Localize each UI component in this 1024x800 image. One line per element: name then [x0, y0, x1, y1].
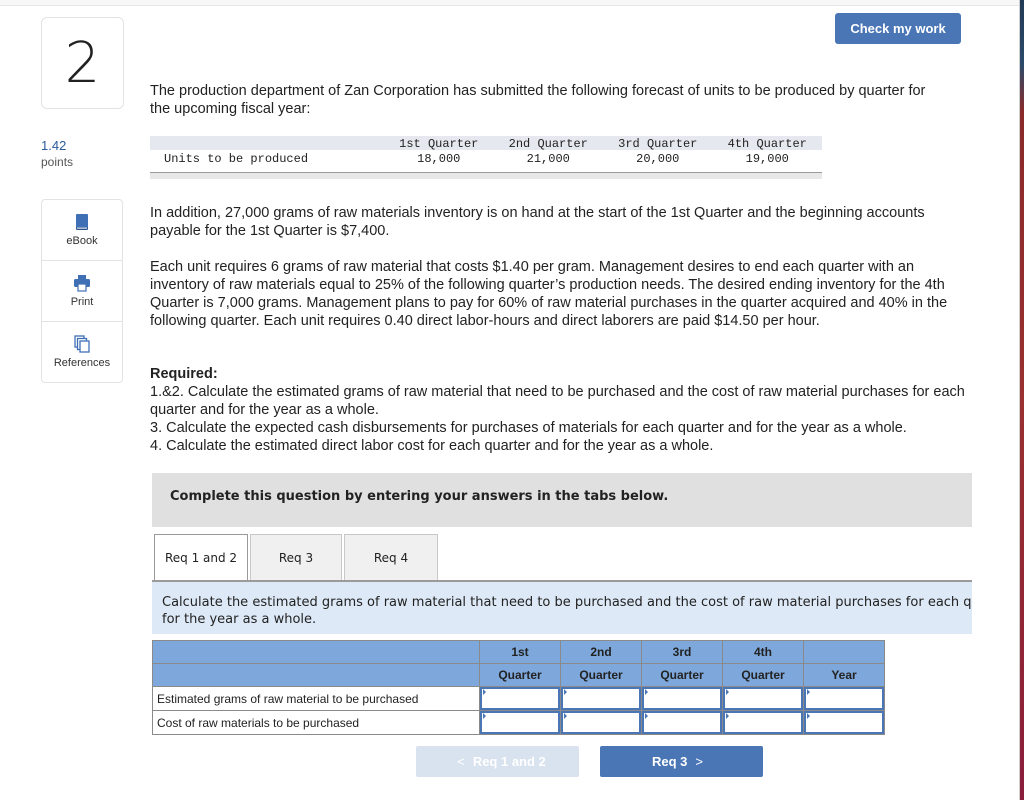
table-row: Estimated grams of raw material to be pu…	[152, 686, 885, 711]
tab-description-text: Calculate the estimated grams of raw mat…	[162, 595, 972, 627]
units-header-q4: 4th Quarter	[727, 136, 807, 151]
next-req-button[interactable]: Req 3 >	[600, 746, 763, 777]
required-section: Required: 1.&2. Calculate the estimated …	[150, 365, 975, 455]
units-row-label: Units to be produced	[164, 151, 309, 166]
prev-req-button: < Req 1 and 2	[416, 746, 579, 777]
grams-q3-input[interactable]	[644, 689, 720, 708]
question-number: 2	[41, 17, 124, 109]
units-value-q1: 18,000	[417, 151, 461, 166]
references-button[interactable]: References	[42, 322, 122, 382]
units-header-q2: 2nd Quarter	[508, 136, 588, 151]
next-req-label: Req 3	[652, 754, 688, 769]
tab-req-4[interactable]: Req 4	[344, 534, 438, 581]
answer-header-row-2: Quarter Quarter Quarter Quarter Year	[152, 663, 885, 687]
instruction-text: Complete this question by entering your …	[170, 489, 669, 504]
required-item-1-2: 1.&2. Calculate the estimated grams of r…	[150, 384, 965, 418]
chevron-left-icon: <	[457, 754, 465, 769]
header-quarter-2: Quarter	[560, 663, 642, 687]
required-title: Required:	[150, 366, 218, 382]
cost-year-input[interactable]	[806, 713, 882, 732]
units-header-q3: 3rd Quarter	[618, 136, 698, 151]
instruction-banner: Complete this question by entering your …	[152, 473, 972, 527]
header-4th: 4th	[722, 640, 804, 664]
units-value-q3: 20,000	[636, 151, 680, 166]
points-value: 1.42	[41, 138, 67, 153]
required-item-3: 3. Calculate the expected cash disbursem…	[150, 420, 907, 436]
details-paragraph: Each unit requires 6 grams of raw materi…	[150, 259, 948, 329]
grams-year-input[interactable]	[806, 689, 882, 708]
row-label-cost: Cost of raw materials to be purchased	[152, 710, 480, 735]
table-row: Cost of raw materials to be purchased	[152, 710, 885, 735]
header-quarter-3: Quarter	[641, 663, 723, 687]
references-label: References	[53, 357, 111, 369]
tab-description-panel: Calculate the estimated grams of raw mat…	[152, 582, 972, 634]
ebook-label: eBook	[66, 235, 98, 247]
grams-q4-input[interactable]	[725, 689, 801, 708]
inventory-paragraph: In addition, 27,000 grams of raw materia…	[150, 205, 925, 239]
cost-q3-input[interactable]	[644, 713, 720, 732]
units-value-q2: 21,000	[526, 151, 570, 166]
chevron-right-icon: >	[695, 754, 703, 769]
grams-q1-input[interactable]	[482, 689, 558, 708]
printer-icon	[74, 275, 90, 292]
requirement-tabs: Req 1 and 2 Req 3 Req 4	[154, 534, 440, 581]
units-header-q1: 1st Quarter	[399, 136, 479, 151]
units-value-q4: 19,000	[745, 151, 789, 166]
book-icon	[76, 214, 88, 230]
header-2nd: 2nd	[560, 640, 642, 664]
header-3rd: 3rd	[641, 640, 723, 664]
documents-icon	[74, 335, 90, 353]
units-table: 1st Quarter 2nd Quarter 3rd Quarter 4th …	[150, 136, 822, 166]
cost-q2-input[interactable]	[563, 713, 639, 732]
header-quarter-1: Quarter	[479, 663, 561, 687]
row-label-grams: Estimated grams of raw material to be pu…	[152, 686, 480, 711]
tab-req-3[interactable]: Req 3	[250, 534, 342, 581]
units-table-divider	[150, 172, 822, 179]
header-quarter-4: Quarter	[722, 663, 804, 687]
grams-q2-input[interactable]	[563, 689, 639, 708]
window-edge-accent	[1020, 0, 1024, 800]
tab-req-1-and-2[interactable]: Req 1 and 2	[154, 534, 248, 581]
top-bar	[0, 0, 1020, 6]
header-1st: 1st	[479, 640, 561, 664]
units-table-row: Units to be produced 18,000 21,000 20,00…	[150, 151, 822, 166]
check-my-work-button[interactable]: Check my work	[835, 13, 961, 44]
intro-text: The production department of Zan Corpora…	[150, 83, 926, 117]
resource-toolbar: eBook Print References	[41, 199, 123, 383]
points-label: points	[41, 155, 74, 169]
cost-q1-input[interactable]	[482, 713, 558, 732]
print-label: Print	[70, 296, 94, 308]
print-button[interactable]: Print	[42, 261, 122, 322]
cost-q4-input[interactable]	[725, 713, 801, 732]
units-table-header: 1st Quarter 2nd Quarter 3rd Quarter 4th …	[150, 136, 822, 151]
ebook-button[interactable]: eBook	[42, 200, 122, 261]
answer-table: 1st 2nd 3rd 4th Quarter Quarter Quarter …	[152, 640, 885, 735]
answer-header-row-1: 1st 2nd 3rd 4th	[152, 640, 885, 664]
header-year: Year	[803, 663, 885, 687]
prev-req-label: Req 1 and 2	[472, 754, 546, 769]
required-item-4: 4. Calculate the estimated direct labor …	[150, 438, 714, 454]
